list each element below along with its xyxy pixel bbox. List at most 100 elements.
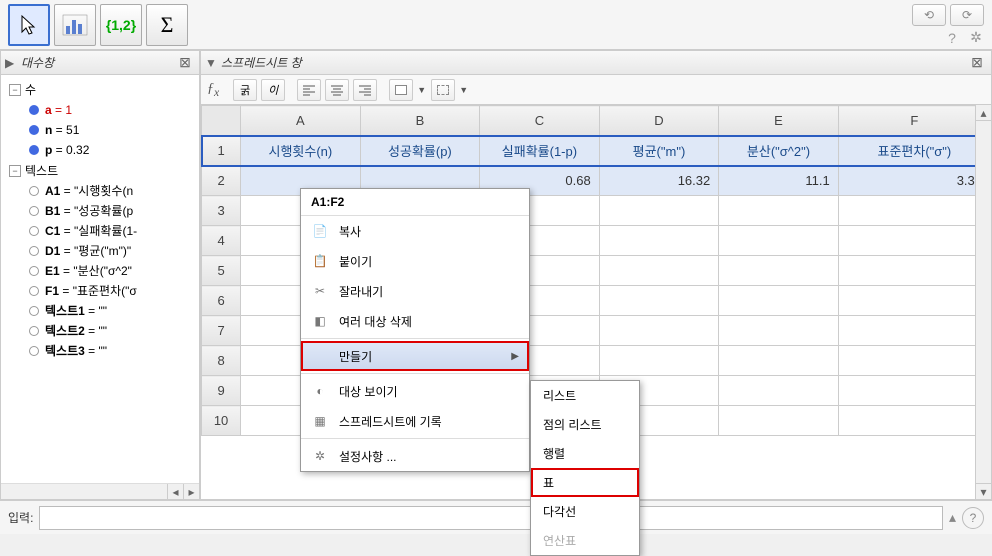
align-right-button[interactable]	[353, 79, 377, 101]
row-header-10[interactable]: 10	[202, 406, 241, 436]
scroll-left-icon[interactable]: ◂	[167, 484, 183, 500]
row-header-7[interactable]: 7	[202, 316, 241, 346]
context-record[interactable]: ▦스프레드시트에 기록	[301, 406, 529, 436]
bold-button[interactable]: 굵	[233, 79, 257, 101]
cell[interactable]	[838, 226, 990, 256]
settings-icon[interactable]: ✲	[968, 30, 984, 46]
context-paste[interactable]: 📋붙이기	[301, 246, 529, 276]
col-header-C[interactable]: C	[480, 106, 600, 136]
tree-leaf-A1[interactable]: A1 = "시행횟수(n	[5, 181, 195, 201]
algebra-scrollbar[interactable]: ◂ ▸	[1, 483, 199, 499]
tree-leaf-F1[interactable]: F1 = "표준편차("σ	[5, 281, 195, 301]
submenu-point-list[interactable]: 점의 리스트	[531, 410, 639, 439]
cell[interactable]	[719, 286, 839, 316]
sum-tool-button[interactable]: Σ	[146, 4, 188, 46]
redo-button[interactable]: ⟳	[950, 4, 984, 26]
submenu-operation-table[interactable]: 연산표	[531, 526, 639, 555]
algebra-close-button[interactable]: ⊠	[175, 54, 195, 72]
cell[interactable]	[599, 256, 719, 286]
vertical-scrollbar[interactable]: ▴ ▾	[975, 105, 991, 499]
scroll-up-icon[interactable]: ▴	[976, 105, 991, 121]
cell[interactable]	[719, 406, 839, 436]
cell[interactable]	[719, 226, 839, 256]
undo-button[interactable]: ⟲	[912, 4, 946, 26]
cell[interactable]	[838, 316, 990, 346]
cell-E1[interactable]: 분산("σ^2")	[719, 136, 839, 166]
row-header-8[interactable]: 8	[202, 346, 241, 376]
col-header-E[interactable]: E	[719, 106, 839, 136]
cell[interactable]	[599, 346, 719, 376]
cell[interactable]	[838, 256, 990, 286]
context-copy[interactable]: 📄복사	[301, 216, 529, 246]
input-dropdown-icon[interactable]: ▴	[949, 509, 956, 526]
border-button[interactable]	[431, 79, 455, 101]
cell-C1[interactable]: 실패확률(1-p)	[480, 136, 600, 166]
row-header-2[interactable]: 2	[202, 166, 241, 196]
cell-B1[interactable]: 성공확률(p)	[360, 136, 480, 166]
submenu-table[interactable]: 표	[531, 468, 639, 497]
scroll-down-icon[interactable]: ▾	[976, 483, 991, 499]
context-cut[interactable]: ✂잘라내기	[301, 276, 529, 306]
context-delete[interactable]: ◧여러 대상 삭제	[301, 306, 529, 336]
tree-leaf-n[interactable]: n = 51	[5, 120, 195, 140]
tree-leaf-p[interactable]: p = 0.32	[5, 140, 195, 160]
spreadsheet-collapse-icon[interactable]: ▼	[205, 56, 217, 70]
cell[interactable]	[719, 346, 839, 376]
cell[interactable]	[719, 256, 839, 286]
bgcolor-dropdown[interactable]: ▼	[417, 85, 427, 95]
command-input[interactable]	[39, 506, 943, 530]
list-tool-button[interactable]: {1,2}	[100, 4, 142, 46]
row-header-6[interactable]: 6	[202, 286, 241, 316]
submenu-polyline[interactable]: 다각선	[531, 497, 639, 526]
cell[interactable]	[719, 376, 839, 406]
tree-toggle-numbers[interactable]: −	[9, 84, 21, 96]
tree-leaf-B1[interactable]: B1 = "성공확률(p	[5, 201, 195, 221]
cell[interactable]	[599, 226, 719, 256]
cell[interactable]	[838, 406, 990, 436]
tree-leaf-text2[interactable]: 텍스트2 = ""	[5, 321, 195, 341]
spreadsheet-close-button[interactable]: ⊠	[967, 54, 987, 72]
input-help-button[interactable]: ?	[962, 507, 984, 529]
cell-D2[interactable]: 16.32	[599, 166, 719, 196]
cell[interactable]	[838, 346, 990, 376]
cell-A1[interactable]: 시행횟수(n)	[241, 136, 361, 166]
cell[interactable]	[719, 196, 839, 226]
submenu-matrix[interactable]: 행렬	[531, 439, 639, 468]
context-create[interactable]: 만들기▶	[301, 341, 529, 371]
scroll-right-icon[interactable]: ▸	[183, 484, 199, 500]
cell[interactable]	[599, 286, 719, 316]
col-header-D[interactable]: D	[599, 106, 719, 136]
context-show[interactable]: ◐대상 보이기	[301, 376, 529, 406]
row-header-9[interactable]: 9	[202, 376, 241, 406]
cell-E2[interactable]: 11.1	[719, 166, 839, 196]
cell-F1[interactable]: 표준편차("σ")	[838, 136, 990, 166]
analysis-tool-button[interactable]	[54, 4, 96, 46]
help-icon[interactable]: ?	[944, 30, 960, 46]
cell-D1[interactable]: 평균("m")	[599, 136, 719, 166]
fx-icon[interactable]: ƒx	[207, 81, 219, 99]
tree-leaf-text3[interactable]: 텍스트3 = ""	[5, 341, 195, 361]
italic-button[interactable]: 이	[261, 79, 285, 101]
bgcolor-button[interactable]	[389, 79, 413, 101]
tree-leaf-C1[interactable]: C1 = "실패확률(1-	[5, 221, 195, 241]
move-tool-button[interactable]	[8, 4, 50, 46]
border-dropdown[interactable]: ▼	[459, 85, 469, 95]
cell[interactable]	[838, 196, 990, 226]
row-header-3[interactable]: 3	[202, 196, 241, 226]
tree-leaf-D1[interactable]: D1 = "평균("m")"	[5, 241, 195, 261]
col-header-F[interactable]: F	[838, 106, 990, 136]
algebra-collapse-icon[interactable]: ▶	[5, 56, 17, 70]
row-header-5[interactable]: 5	[202, 256, 241, 286]
context-settings[interactable]: ✲설정사항 ...	[301, 441, 529, 471]
tree-leaf-E1[interactable]: E1 = "분산("σ^2"	[5, 261, 195, 281]
cell[interactable]	[719, 316, 839, 346]
row-header-1[interactable]: 1	[202, 136, 241, 166]
align-center-button[interactable]	[325, 79, 349, 101]
cell[interactable]	[838, 286, 990, 316]
tree-leaf-a[interactable]: a = 1	[5, 100, 195, 120]
corner-cell[interactable]	[202, 106, 241, 136]
cell[interactable]	[599, 316, 719, 346]
col-header-B[interactable]: B	[360, 106, 480, 136]
cell-F2[interactable]: 3.33	[838, 166, 990, 196]
tree-toggle-texts[interactable]: −	[9, 165, 21, 177]
